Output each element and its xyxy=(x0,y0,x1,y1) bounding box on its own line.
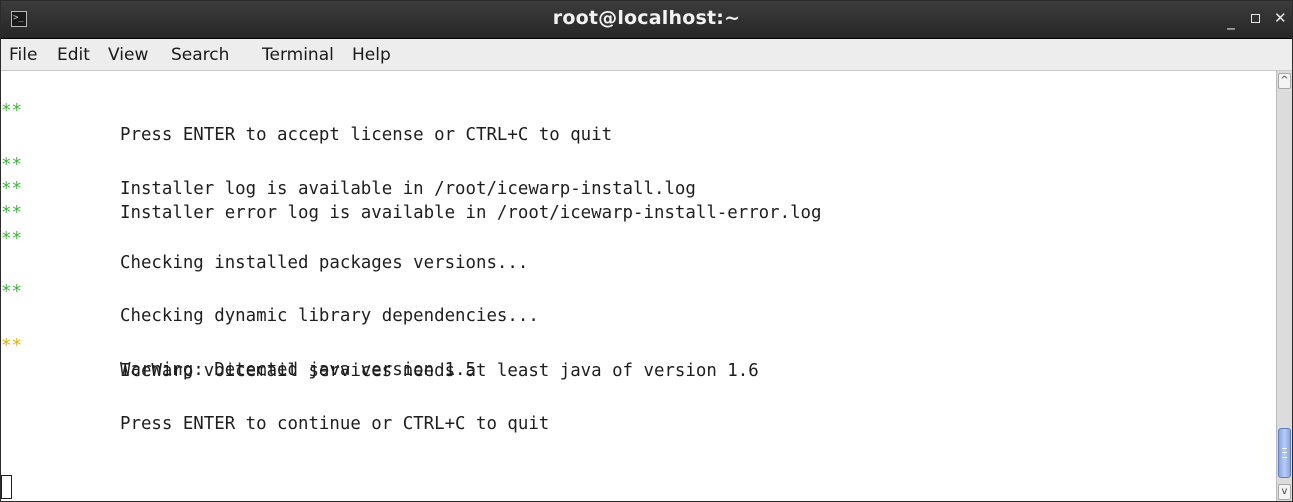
scroll-up-button[interactable]: ^ xyxy=(1278,73,1291,89)
menu-help[interactable]: Help xyxy=(352,45,391,65)
terminal-line: ** Installer error log is available in /… xyxy=(1,153,822,223)
terminal-line: ** Warning: Detected java version 1.5 xyxy=(1,310,476,380)
line-text: Installer log is available in /root/icew… xyxy=(120,179,696,199)
line-text: Press ENTER to accept license or CTRL+C … xyxy=(120,125,613,145)
terminal-line: ** Installer log is available in /root/i… xyxy=(1,129,696,199)
window-controls: _ ✕ xyxy=(1225,9,1287,30)
terminal-line: ** Checking installed packages versions.… xyxy=(1,203,528,273)
line-marker: ** xyxy=(1,282,22,302)
terminal-line: ** Checking dynamic library dependencies… xyxy=(1,256,539,326)
menu-search[interactable]: Search xyxy=(171,45,229,65)
grip-icon xyxy=(1282,448,1287,458)
maximize-icon[interactable] xyxy=(1251,13,1260,23)
terminal-line: ** xyxy=(1,177,64,223)
menu-file[interactable]: File xyxy=(9,45,37,65)
terminal-line: Press ENTER to continue or CTRL+C to qui… xyxy=(1,388,549,434)
menu-view[interactable]: View xyxy=(108,45,148,65)
line-marker: ** xyxy=(1,101,22,121)
terminal-output[interactable]: ** Press ENTER to accept license or CTRL… xyxy=(1,71,1276,501)
menu-terminal[interactable]: Terminal xyxy=(262,45,334,65)
menu-edit[interactable]: Edit xyxy=(57,45,90,65)
title-bar[interactable]: >_ root@localhost:~ _ ✕ xyxy=(1,1,1292,39)
scroll-thumb[interactable] xyxy=(1278,428,1291,478)
window-title: root@localhost:~ xyxy=(552,7,741,29)
minimize-icon[interactable]: _ xyxy=(1225,12,1237,30)
terminal-window: >_ root@localhost:~ _ ✕ File Edit View S… xyxy=(0,0,1293,502)
line-text: Checking installed packages versions... xyxy=(120,253,529,273)
line-text: Press ENTER to continue or CTRL+C to qui… xyxy=(120,414,550,434)
menu-bar: File Edit View Search Terminal Help xyxy=(1,39,1292,71)
line-text: Checking dynamic library dependencies... xyxy=(120,306,539,326)
line-text: Installer error log is available in /roo… xyxy=(120,203,822,223)
text-cursor xyxy=(1,475,12,499)
line-text: IceWarp voicemail services needs at leas… xyxy=(120,361,759,381)
line-marker: ** xyxy=(1,229,22,249)
close-icon[interactable]: ✕ xyxy=(1274,9,1287,27)
terminal-line: ** Press ENTER to accept license or CTRL… xyxy=(1,75,612,145)
terminal-line: IceWarp voicemail services needs at leas… xyxy=(1,335,759,381)
scroll-down-button[interactable]: v xyxy=(1278,484,1291,500)
vertical-scrollbar[interactable]: ^ v xyxy=(1276,71,1292,501)
